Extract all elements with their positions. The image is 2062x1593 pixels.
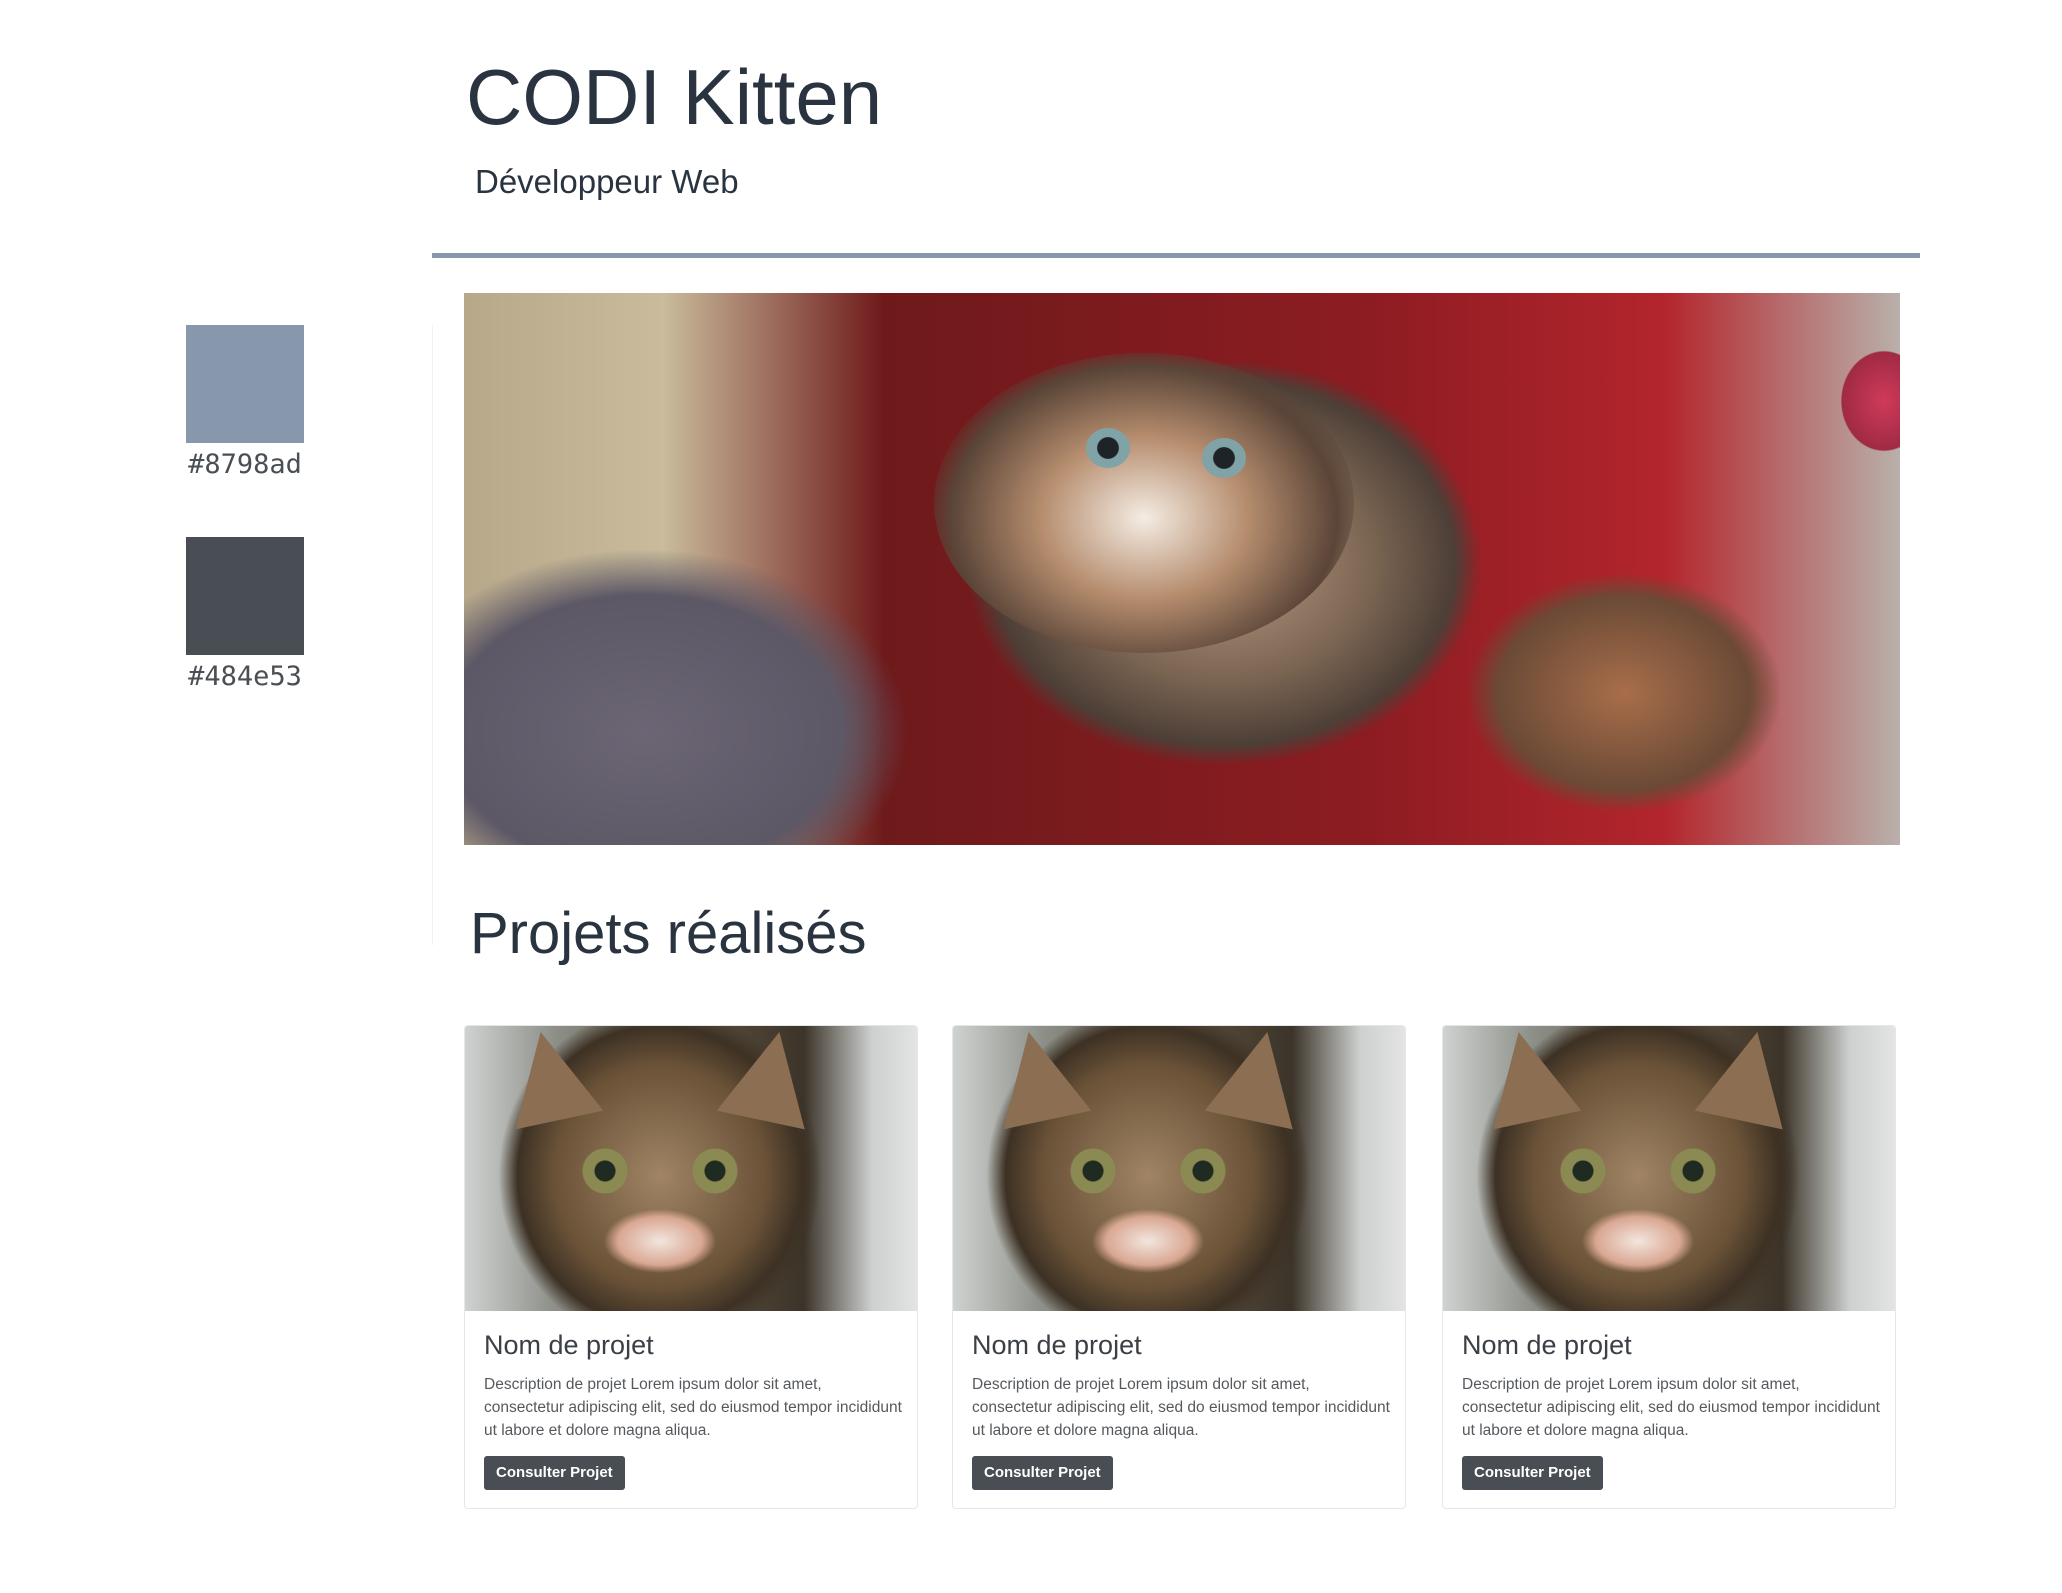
- project-card: Nom de projet Description de projet Lore…: [464, 1025, 918, 1509]
- project-card-title: Nom de projet: [1462, 1330, 1632, 1360]
- content-divider: [432, 325, 433, 945]
- hero-kitten: [934, 353, 1354, 653]
- hero-image: [464, 293, 1900, 845]
- hero-kitten-eye-left: [1086, 428, 1130, 468]
- project-card: Nom de projet Description de projet Lore…: [952, 1025, 1406, 1509]
- project-card-title: Nom de projet: [484, 1330, 654, 1360]
- kitten-ear-left: [1474, 1026, 1582, 1130]
- projects-title: Projets réalisés: [470, 901, 867, 966]
- consult-project-button[interactable]: Consulter Projet: [484, 1456, 625, 1490]
- project-card-image: [1443, 1026, 1895, 1311]
- kitten-ear-right: [1694, 1026, 1802, 1130]
- kitten-ear-right: [716, 1026, 824, 1130]
- kitten-ear-right: [1204, 1026, 1312, 1130]
- consult-project-button[interactable]: Consulter Projet: [1462, 1456, 1603, 1490]
- page-title: CODI Kitten: [466, 53, 883, 141]
- header-rule: [432, 253, 1920, 258]
- page-subtitle: Développeur Web: [475, 163, 739, 200]
- project-card-description: Description de projet Lorem ipsum dolor …: [484, 1376, 902, 1439]
- kitten-ear-left: [496, 1026, 604, 1130]
- project-card-image: [953, 1026, 1405, 1311]
- hero-kitten-eye-right: [1202, 438, 1246, 478]
- project-card-image: [465, 1026, 917, 1311]
- swatch-primary: [186, 325, 304, 443]
- consult-project-button[interactable]: Consulter Projet: [972, 1456, 1113, 1490]
- project-card-description: Description de projet Lorem ipsum dolor …: [1462, 1376, 1880, 1439]
- project-card: Nom de projet Description de projet Lore…: [1442, 1025, 1896, 1509]
- kitten-ear-left: [984, 1026, 1092, 1130]
- project-card-description: Description de projet Lorem ipsum dolor …: [972, 1376, 1390, 1439]
- swatch-secondary: [186, 537, 304, 655]
- swatch-primary-label: #8798ad: [188, 449, 302, 480]
- swatch-secondary-label: #484e53: [188, 661, 302, 692]
- project-card-title: Nom de projet: [972, 1330, 1142, 1360]
